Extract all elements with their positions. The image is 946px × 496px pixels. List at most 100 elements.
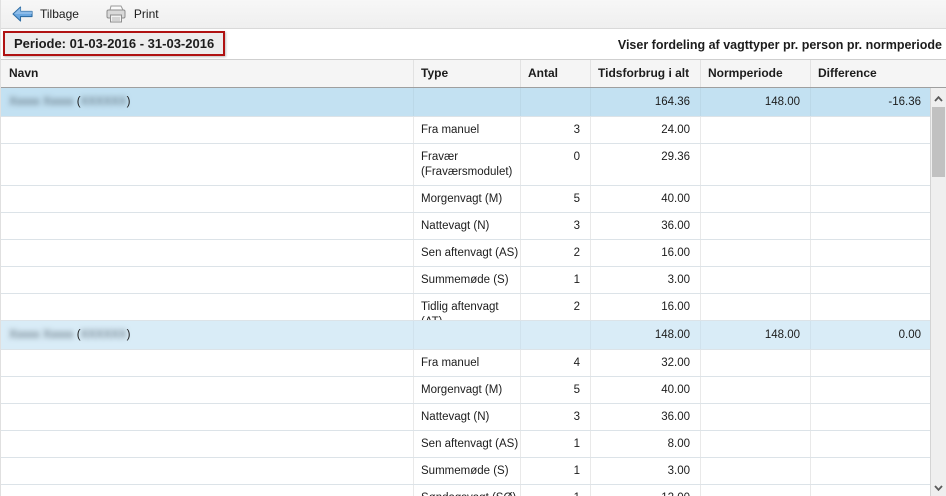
cell-tidsforbrug: 8.00 <box>591 431 701 457</box>
cell-normperiode <box>701 117 811 143</box>
cell-normperiode <box>701 294 811 320</box>
table-row[interactable]: Fra manuel 3 24.00 <box>1 117 931 144</box>
cell-tidsforbrug: 36.00 <box>591 213 701 239</box>
period-bar: Periode: 01-03-2016 - 31-03-2016 Viser f… <box>1 29 946 60</box>
column-header-navn[interactable]: Navn <box>1 60 414 87</box>
cell-navn: Xxxxx Xxxxx (XXXXXX) <box>1 321 414 349</box>
cell-tidsforbrug: 24.00 <box>591 117 701 143</box>
toolbar: Tilbage Print <box>1 0 946 29</box>
cell-type: Sen aftenvagt (AS) <box>414 431 521 457</box>
person-code-redacted: XXXXXX <box>80 96 127 108</box>
table-row[interactable]: Fra manuel 4 32.00 <box>1 350 931 377</box>
table-row[interactable]: Nattevagt (N) 3 36.00 <box>1 404 931 431</box>
scroll-up-button[interactable] <box>931 89 946 106</box>
scrollbar-thumb[interactable] <box>932 107 945 177</box>
table-row[interactable]: Sen aftenvagt (AS) 1 8.00 <box>1 431 931 458</box>
cell-type: Tidlig aftenvagt (AT) <box>414 294 521 320</box>
cell-difference <box>811 294 931 320</box>
cell-type: Morgenvagt (M) <box>414 186 521 212</box>
person-summary-row[interactable]: Xxxxx Xxxxx (XXXXXX) 164.36 148.00 -16.3… <box>1 88 931 117</box>
cell-type: Søndagsvagt (SØ) <box>414 485 521 496</box>
cell-antal <box>521 88 591 116</box>
cell-antal: 0 <box>521 144 591 185</box>
cell-type: Nattevagt (N) <box>414 404 521 430</box>
print-button[interactable]: Print <box>101 3 163 26</box>
cell-navn <box>1 144 414 185</box>
cell-type: Fra manuel <box>414 350 521 376</box>
cell-navn <box>1 350 414 376</box>
cell-navn <box>1 404 414 430</box>
cell-normperiode <box>701 377 811 403</box>
scroll-down-button[interactable] <box>931 478 946 495</box>
cell-antal: 1 <box>521 458 591 484</box>
table-row[interactable]: Søndagsvagt (SØ) 1 12.00 <box>1 485 931 496</box>
cell-difference <box>811 186 931 212</box>
chevron-up-icon <box>934 89 943 107</box>
cell-navn <box>1 186 414 212</box>
cell-difference <box>811 458 931 484</box>
cell-normperiode: 148.00 <box>701 88 811 116</box>
cell-antal: 5 <box>521 377 591 403</box>
vertical-scrollbar[interactable] <box>930 88 946 496</box>
back-button[interactable]: Tilbage <box>8 4 83 24</box>
table-row[interactable]: Summemøde (S) 1 3.00 <box>1 458 931 485</box>
cell-tidsforbrug: 164.36 <box>591 88 701 116</box>
cell-tidsforbrug: 3.00 <box>591 267 701 293</box>
back-arrow-icon <box>12 6 33 22</box>
cell-difference: -16.36 <box>888 96 921 108</box>
cell-navn <box>1 240 414 266</box>
back-button-label: Tilbage <box>40 7 79 21</box>
cell-antal: 3 <box>521 213 591 239</box>
person-summary-row[interactable]: Xxxxx Xxxxx (XXXXXX) 148.00 148.00 0.00 <box>1 321 931 350</box>
cell-tidsforbrug: 40.00 <box>591 377 701 403</box>
cell-normperiode <box>701 350 811 376</box>
cell-type: Nattevagt (N) <box>414 213 521 239</box>
period-highlight-box: Periode: 01-03-2016 - 31-03-2016 <box>3 31 226 56</box>
table-row[interactable]: Sen aftenvagt (AS) 2 16.00 <box>1 240 931 267</box>
cell-type <box>414 321 521 349</box>
cell-difference <box>811 350 931 376</box>
cell-normperiode <box>701 431 811 457</box>
cell-tidsforbrug: 12.00 <box>591 485 701 496</box>
cell-difference <box>811 431 931 457</box>
cell-normperiode <box>701 485 811 496</box>
cell-navn <box>1 377 414 403</box>
cell-type: Summemøde (S) <box>414 458 521 484</box>
column-header-tidsforbrug[interactable]: Tidsforbrug i alt <box>591 60 701 87</box>
cell-normperiode <box>701 458 811 484</box>
cell-difference <box>811 240 931 266</box>
table-row[interactable]: Nattevagt (N) 3 36.00 <box>1 213 931 240</box>
report-description: Viser fordeling af vagttyper pr. person … <box>617 37 942 52</box>
cell-tidsforbrug: 16.00 <box>591 294 701 320</box>
cell-navn <box>1 294 414 320</box>
table-row[interactable]: Tidlig aftenvagt (AT) 2 16.00 <box>1 294 931 321</box>
cell-normperiode <box>701 144 811 185</box>
cell-tidsforbrug: 3.00 <box>591 458 701 484</box>
cell-antal: 2 <box>521 240 591 266</box>
cell-normperiode <box>701 267 811 293</box>
cell-antal <box>521 321 591 349</box>
column-header-difference[interactable]: Difference <box>811 60 946 87</box>
person-name-redacted: Xxxxx Xxxxx <box>9 96 74 108</box>
column-header-normperiode[interactable]: Normperiode <box>701 60 811 87</box>
cell-antal: 1 <box>521 431 591 457</box>
cell-navn <box>1 458 414 484</box>
period-label: Periode: 01-03-2016 - 31-03-2016 <box>14 36 215 51</box>
table-row[interactable]: Summemøde (S) 1 3.00 <box>1 267 931 294</box>
table-row[interactable]: Fravær (Fraværsmodulet) 0 29.36 <box>1 144 931 186</box>
table-body: Xxxxx Xxxxx (XXXXXX) 164.36 148.00 -16.3… <box>1 88 931 496</box>
cell-normperiode <box>701 240 811 266</box>
table-row[interactable]: Morgenvagt (M) 5 40.00 <box>1 186 931 213</box>
cell-antal: 2 <box>521 294 591 320</box>
cell-navn <box>1 431 414 457</box>
column-header-antal[interactable]: Antal <box>521 60 591 87</box>
cell-navn: Xxxxx Xxxxx (XXXXXX) <box>1 88 414 116</box>
cell-normperiode: 148.00 <box>701 321 811 349</box>
cell-tidsforbrug: 29.36 <box>591 144 701 185</box>
cell-antal: 1 <box>521 485 591 496</box>
cell-type: Summemøde (S) <box>414 267 521 293</box>
table-row[interactable]: Morgenvagt (M) 5 40.00 <box>1 377 931 404</box>
cell-antal: 3 <box>521 404 591 430</box>
column-header-type[interactable]: Type <box>414 60 521 87</box>
cell-normperiode <box>701 186 811 212</box>
